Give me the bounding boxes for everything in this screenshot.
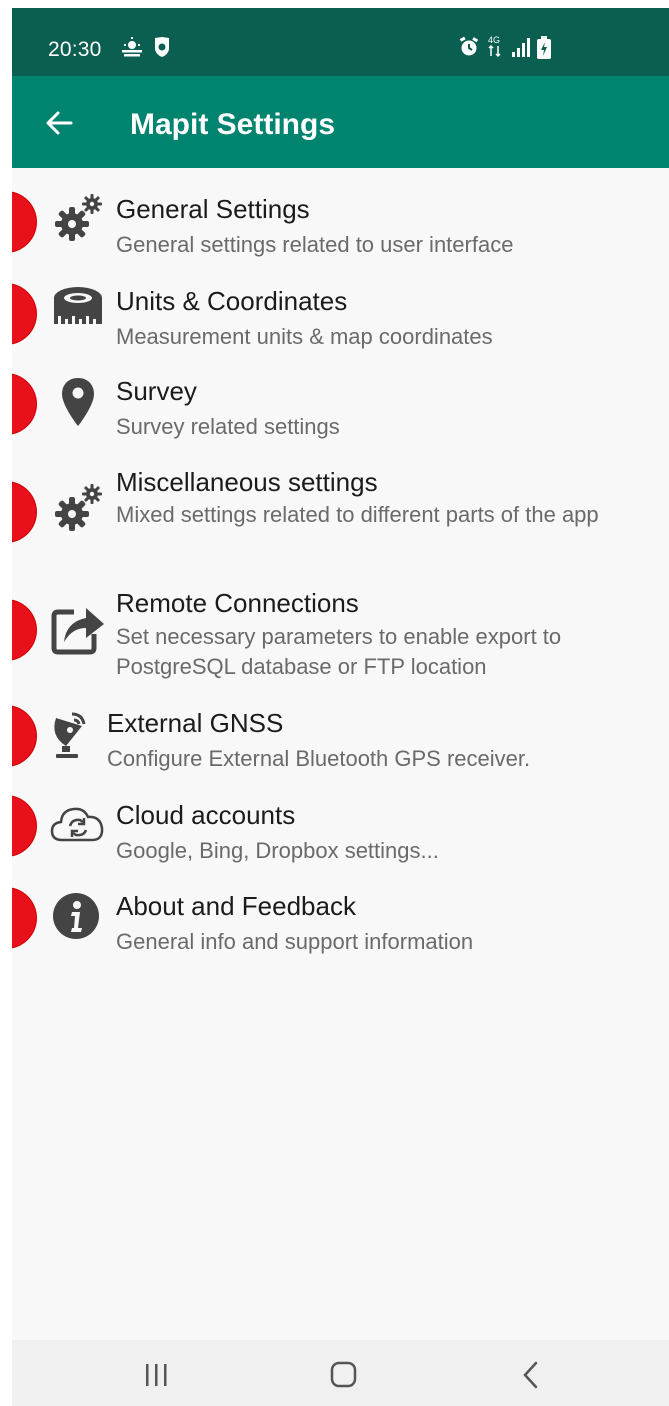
item-subtitle: Set necessary parameters to enable expor… [116,624,562,679]
settings-item-cloud-accounts[interactable]: 7 Cloud accounts Google, Bing, Dropbox s… [12,790,669,870]
item-subtitle: Configure External Bluetooth GPS receive… [107,746,531,771]
item-subtitle: Mixed settings related to different part… [116,502,599,527]
external-link-icon [50,600,106,656]
tape-measure-icon [50,282,106,338]
step-badge: 7 [12,796,36,856]
item-title: About and Feedback [116,891,356,921]
alarm-icon [458,36,480,63]
gears-icon [50,190,106,246]
system-nav-bar [12,1340,669,1406]
settings-item-external-gnss[interactable]: 6 External GNSS Configure External Bluet… [12,698,669,778]
step-badge: 8 [12,888,36,948]
item-title: Units & Coordinates [116,286,348,316]
svg-text:4G: 4G [488,35,500,45]
step-badge: 6 [12,706,36,766]
signal-icon [510,36,532,63]
item-subtitle: Survey related settings [116,414,340,439]
step-badge: 2 [12,284,36,344]
info-icon [50,890,106,946]
settings-item-miscellaneous[interactable]: 4 [12,454,669,564]
arrow-left-icon[interactable] [44,108,74,138]
map-pin-icon [50,374,106,430]
settings-item-survey[interactable]: 3 Survey Survey related settings [12,362,669,442]
cloud-sync-icon [50,796,106,852]
status-bar: 20:30 4G [12,8,669,76]
settings-item-remote-connections[interactable]: 5 Remote Connections Set necessary param… [12,576,669,686]
item-title: Cloud accounts [116,800,296,830]
settings-item-general[interactable]: 1 [12,178,669,258]
gears-icon [50,480,106,536]
item-subtitle: Measurement units & map coordinates [116,324,493,349]
weather-icon [120,36,144,63]
item-title: General Settings [116,194,310,224]
item-subtitle: General settings related to user interfa… [116,232,514,257]
recents-icon[interactable] [137,1358,177,1394]
item-title: External GNSS [107,708,284,738]
item-subtitle: Google, Bing, Dropbox settings... [116,838,439,863]
item-title: Survey [116,376,197,406]
item-title: Remote Connections [116,588,359,618]
status-time: 20:30 [48,38,102,61]
step-badge: 4 [12,482,36,542]
item-subtitle: General info and support information [116,929,474,954]
step-badge: 5 [12,600,36,660]
satellite-dish-icon [48,708,104,764]
back-icon[interactable] [512,1358,552,1394]
settings-item-about-feedback[interactable]: 8 About and Feedback General info and su… [12,882,669,962]
page-title: Mapit Settings [130,108,336,141]
battery-icon [536,36,552,65]
settings-item-units[interactable]: 2 Units & Coordina [12,270,669,350]
app-bar: Mapit Settings [12,76,669,168]
home-icon[interactable] [324,1358,364,1394]
shield-icon [152,36,172,63]
step-badge: 3 [12,374,36,434]
item-title: Miscellaneous settings [116,467,378,497]
4g-icon: 4G [486,34,504,63]
phone-screen: 20:30 4G Mapit Settings General Settings… [12,8,669,1406]
step-badge: 1 [12,192,36,252]
